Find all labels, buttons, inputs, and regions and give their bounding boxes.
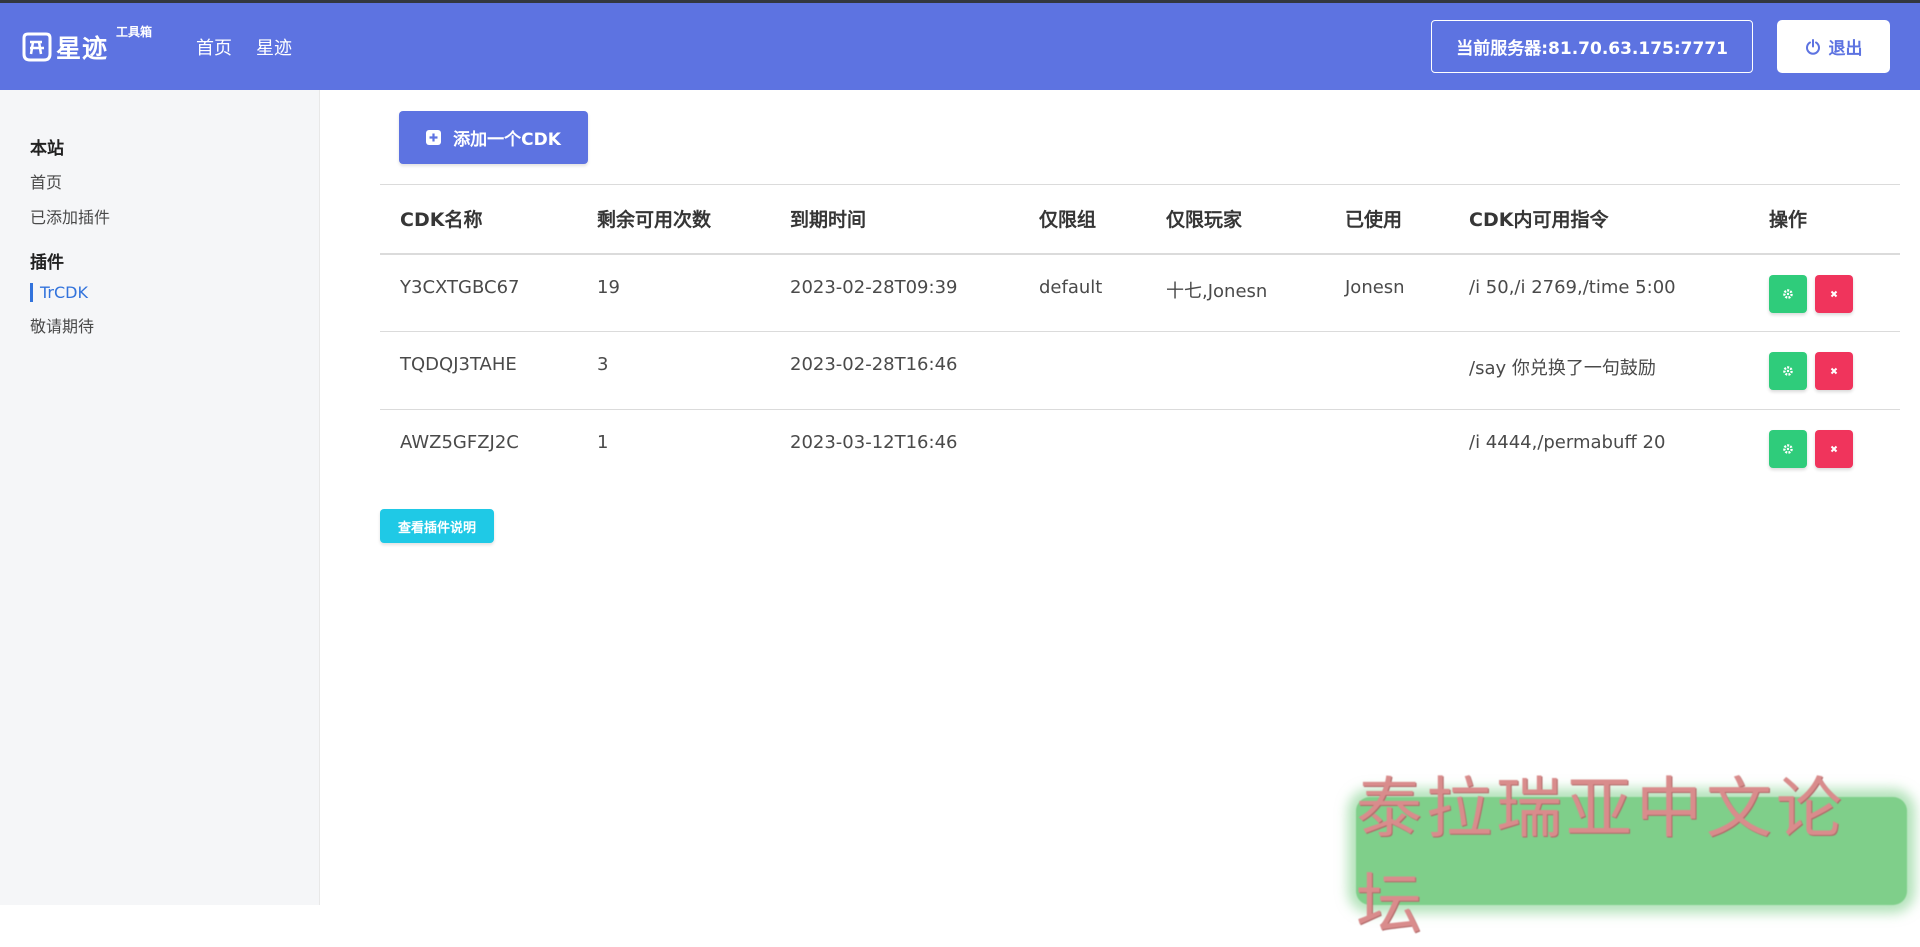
- edit-button[interactable]: [1769, 352, 1807, 390]
- cell-player: 十七,Jonesn: [1146, 253, 1325, 332]
- sidebar-heading-site: 本站: [30, 139, 64, 159]
- top-navbar: 星迹 工具箱 首页 星迹 当前服务器:81.70.63.175:7771 退出: [0, 3, 1920, 90]
- table-row: AWZ5GFZJ2C 1 2023-03-12T16:46 /i 4444,/p…: [380, 410, 1900, 488]
- nav-right: 当前服务器:81.70.63.175:7771 退出: [1431, 20, 1890, 73]
- cell-remaining-uses: 19: [577, 253, 770, 332]
- add-cdk-label: 添加一个CDK: [453, 130, 561, 150]
- cell-player: [1146, 410, 1325, 488]
- cell-used: Jonesn: [1325, 253, 1449, 332]
- cell-actions: [1749, 253, 1900, 332]
- cell-used: [1325, 331, 1449, 410]
- cell-cdk-name: TQDQJ3TAHE: [380, 331, 577, 410]
- cell-actions: [1749, 410, 1900, 488]
- sidebar-item-coming-soon[interactable]: 敬请期待: [30, 313, 319, 337]
- col-header-cdk-name: CDK名称: [380, 184, 577, 255]
- close-icon: [1830, 290, 1838, 297]
- close-icon: [1830, 367, 1838, 375]
- power-icon: [1805, 38, 1820, 55]
- gear-icon: [1783, 366, 1793, 376]
- forum-watermark: 泰拉瑞亚中文论坛: [1356, 770, 1907, 943]
- sidebar-item-added-plugins[interactable]: 已添加插件: [30, 204, 319, 228]
- nav-link-xingji[interactable]: 星迹: [256, 34, 292, 60]
- col-header-used: 已使用: [1325, 184, 1449, 255]
- watermark-text: 泰拉瑞亚中文论坛: [1356, 770, 1846, 943]
- cell-used: [1325, 410, 1449, 488]
- logout-label: 退出: [1828, 39, 1863, 59]
- brand-subtitle: 工具箱: [116, 24, 153, 39]
- cell-group: default: [1019, 253, 1146, 332]
- close-icon: [1830, 445, 1838, 453]
- delete-button[interactable]: [1815, 274, 1853, 313]
- cell-commands: /i 4444,/permabuff 20: [1469, 432, 1666, 453]
- gear-icon: [1783, 288, 1793, 299]
- current-server-indicator[interactable]: 当前服务器:81.70.63.175:7771: [1431, 20, 1753, 73]
- cell-expiry: 2023-03-12T16:46: [790, 432, 958, 453]
- col-header-player: 仅限玩家: [1146, 184, 1325, 255]
- logout-button[interactable]: 退出: [1777, 20, 1890, 73]
- cell-expiry: 2023-02-28T09:39: [770, 253, 1019, 332]
- view-plugin-docs-button[interactable]: 查看插件说明: [380, 509, 494, 543]
- delete-button[interactable]: [1815, 430, 1853, 468]
- col-header-remaining-uses: 剩余可用次数: [577, 184, 770, 255]
- col-header-actions: 操作: [1749, 184, 1900, 255]
- sidebar: 本站 首页 已添加插件 插件 TrCDK 敬请期待: [0, 90, 320, 905]
- cell-commands: /i 50,/i 2769,/time 5:00: [1449, 253, 1749, 332]
- cdk-table: CDK名称 剩余可用次数 到期时间 仅限组 仅限玩家 已使用 CDK内可用指令 …: [380, 184, 1900, 488]
- cell-group: [1019, 331, 1146, 410]
- nav-link-home[interactable]: 首页: [196, 34, 232, 60]
- edit-button[interactable]: [1769, 430, 1807, 468]
- table-row: Y3CXTGBC67 19 2023-02-28T09:39 default 十…: [380, 253, 1900, 332]
- sidebar-section-plugins: 插件 TrCDK 敬请期待: [0, 248, 319, 337]
- cell-cdk-name: AWZ5GFZJ2C: [400, 432, 519, 453]
- sidebar-item-trcdk[interactable]: TrCDK: [30, 283, 319, 302]
- brand-logo-icon: [22, 32, 52, 61]
- brand[interactable]: 星迹 工具箱: [20, 25, 152, 65]
- nav-links: 首页 星迹: [196, 34, 316, 60]
- cell-remaining-uses: 1: [597, 432, 609, 453]
- plus-square-icon: [426, 130, 442, 145]
- col-header-commands: CDK内可用指令: [1449, 184, 1749, 255]
- add-cdk-button[interactable]: 添加一个CDK: [399, 111, 588, 164]
- cell-player: [1146, 331, 1325, 410]
- delete-button[interactable]: [1815, 352, 1853, 390]
- cell-cdk-name: Y3CXTGBC67: [380, 253, 577, 332]
- sidebar-section-site: 本站 首页 已添加插件: [0, 134, 319, 228]
- brand-name: 星迹: [56, 33, 109, 63]
- sidebar-item-home[interactable]: 首页: [30, 169, 319, 193]
- cell-expiry: 2023-02-28T16:46: [770, 331, 1019, 410]
- cell-commands: /say 你兑换了一句鼓励: [1449, 331, 1749, 410]
- cell-group: [1019, 410, 1146, 488]
- sidebar-heading-plugins: 插件: [30, 253, 64, 273]
- cell-actions: [1749, 331, 1900, 410]
- table-header-row: CDK名称 剩余可用次数 到期时间 仅限组 仅限玩家 已使用 CDK内可用指令 …: [380, 184, 1900, 255]
- cell-remaining-uses: 3: [577, 331, 770, 410]
- gear-icon: [1783, 444, 1793, 454]
- table-row: TQDQJ3TAHE 3 2023-02-28T16:46 /say 你兑换了一…: [380, 331, 1900, 410]
- col-header-expiry: 到期时间: [770, 184, 1019, 255]
- col-header-group: 仅限组: [1019, 184, 1146, 255]
- edit-button[interactable]: [1769, 274, 1807, 313]
